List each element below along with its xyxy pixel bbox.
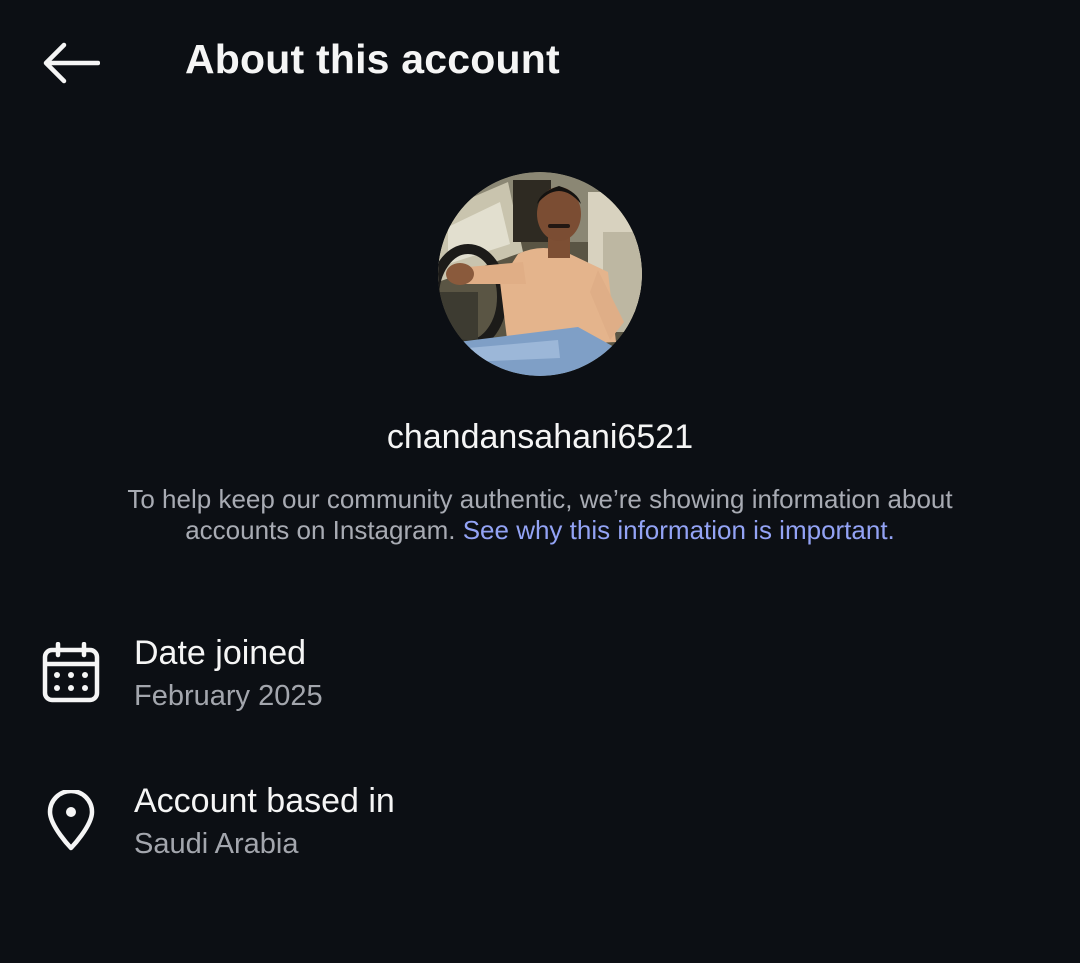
top-app-bar: About this account <box>0 0 1080 122</box>
account-based-in-value: Saudi Arabia <box>134 828 299 860</box>
back-button[interactable] <box>38 36 104 90</box>
account-based-in-row: Account based in Saudi Arabia <box>0 776 1080 886</box>
calendar-icon <box>38 640 104 706</box>
location-pin-icon <box>38 788 104 854</box>
arrow-left-icon <box>43 42 100 84</box>
account-based-in-label: Account based in <box>134 782 395 820</box>
date-joined-label: Date joined <box>134 634 307 672</box>
avatar <box>438 172 642 376</box>
learn-more-link[interactable]: See why this information is important. <box>463 515 895 545</box>
username: chandansahani6521 <box>386 418 694 456</box>
authenticity-notice: To help keep our community authentic, we… <box>90 484 990 546</box>
date-joined-value: February 2025 <box>134 680 323 712</box>
page-title: About this account <box>185 36 560 82</box>
profile-photo <box>438 172 642 376</box>
date-joined-row: Date joined February 2025 <box>0 628 1080 738</box>
